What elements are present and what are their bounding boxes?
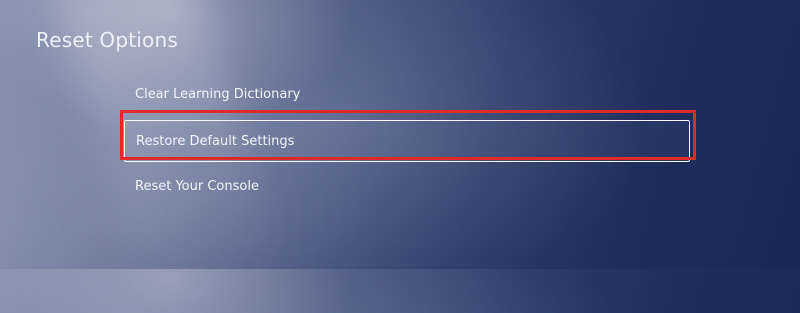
menu-item-label: Clear Learning Dictionary — [135, 87, 301, 102]
menu-item-restore-default-settings[interactable]: Restore Default Settings — [124, 120, 690, 162]
menu-item-label: Reset Your Console — [135, 179, 259, 194]
menu-item-clear-learning-dictionary[interactable]: Clear Learning Dictionary — [122, 78, 694, 112]
menu-item-label: Restore Default Settings — [136, 134, 295, 149]
page-title: Reset Options — [36, 28, 178, 52]
reset-options-menu: Clear Learning Dictionary Restore Defaul… — [122, 78, 694, 212]
menu-item-reset-your-console[interactable]: Reset Your Console — [122, 170, 694, 204]
